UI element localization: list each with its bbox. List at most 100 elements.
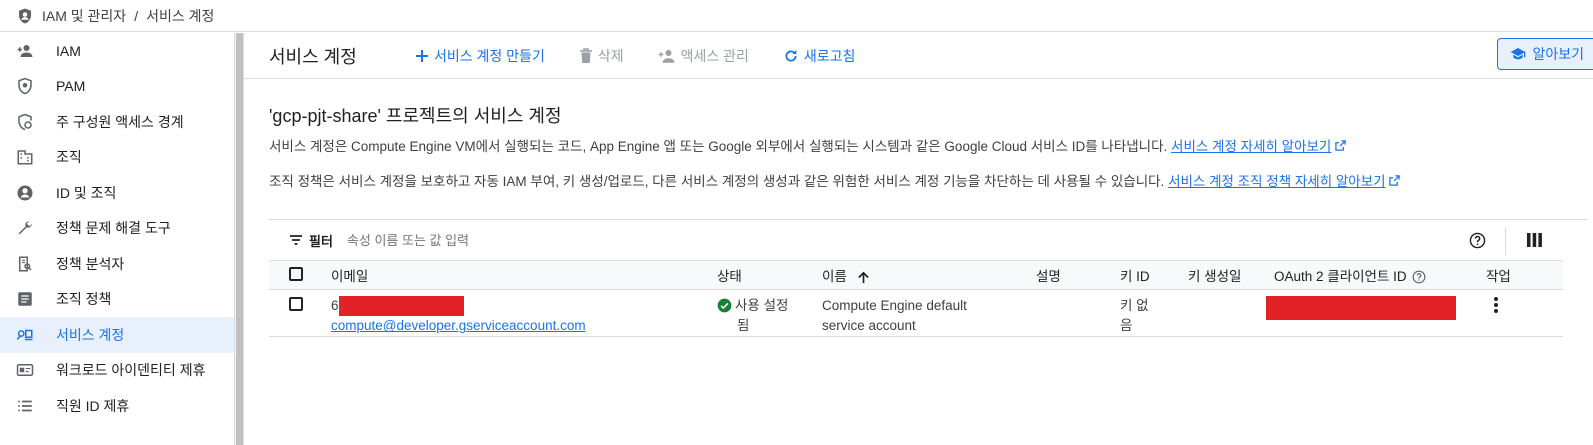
sidebar-scrollbar-thumb[interactable] — [236, 33, 243, 445]
status-text-line2: 됨 — [737, 318, 750, 333]
school-icon — [1511, 48, 1526, 60]
filter-label-text: 필터 — [309, 233, 333, 249]
toolbar-divider — [1505, 227, 1506, 255]
select-all-checkbox[interactable] — [289, 266, 303, 281]
list-doc-icon — [16, 290, 34, 308]
sidebar-item-identity-org[interactable]: ID 및 조직 — [0, 175, 234, 211]
learn-more-org-policies-link[interactable]: 서비스 계정 조직 정책 자세히 알아보기 — [1168, 174, 1385, 189]
sidebar-item-label: 주 구성원 액세스 경계 — [56, 113, 184, 130]
name-cell: Compute Engine default service account — [822, 289, 1036, 338]
sidebar-item-pam[interactable]: PAM — [0, 69, 234, 105]
sidebar-scrollbar[interactable] — [234, 33, 244, 445]
boundary-icon — [16, 113, 34, 131]
table-header-row: 이메일 상태 이름 설명 키 ID 키 생성일 OAuth 2 클라이언트 ID… — [269, 260, 1563, 290]
create-service-account-label: 서비스 계정 만들기 — [434, 47, 545, 64]
filter-icon — [290, 235, 302, 245]
column-header-oauth-label: OAuth 2 클라이언트 ID — [1274, 269, 1407, 284]
trash-icon — [579, 47, 592, 63]
person-add-icon — [16, 42, 34, 60]
create-service-account-button[interactable]: 서비스 계정 만들기 — [415, 46, 545, 66]
section-heading: 'gcp-pjt-share' 프로젝트의 서비스 계정 — [269, 106, 562, 126]
sidebar-item-workforce-identity[interactable]: 직원 ID 제휴 — [0, 388, 234, 424]
column-header-status[interactable]: 상태 — [717, 260, 822, 290]
refresh-label: 새로고침 — [803, 47, 856, 64]
breadcrumb-separator: / — [134, 7, 139, 24]
table-row: 6████████████ compute@developer.gservice… — [269, 289, 1563, 338]
list-icon — [16, 397, 34, 415]
learn-label: 알아보기 — [1532, 46, 1584, 62]
key-id-cell: 키 없 음 — [1120, 289, 1188, 338]
sidebar-item-label: 정책 분석자 — [56, 255, 125, 272]
sidebar-item-label: IAM — [56, 42, 81, 59]
sidebar-item-iam[interactable]: IAM — [0, 33, 234, 69]
name-line1: Compute Engine default — [822, 298, 967, 313]
iam-shield-icon — [19, 8, 31, 23]
column-display-icon[interactable] — [1527, 233, 1542, 247]
analyzer-icon — [16, 255, 34, 273]
learn-button[interactable]: 알아보기 — [1497, 38, 1593, 70]
sidebar: IAM PAM 주 구성원 액세스 경계 조직 ID 및 조직 정책 문제 해결… — [0, 33, 234, 445]
breadcrumb-page: 서비스 계정 — [146, 7, 215, 24]
column-header-name[interactable]: 이름 — [822, 260, 1036, 290]
delete-button[interactable]: 삭제 — [579, 46, 624, 66]
description-2: 조직 정책은 서비스 계정을 보호하고 자동 IAM 부여, 키 생성/업로드,… — [269, 172, 1593, 192]
key-id-line2: 음 — [1120, 318, 1133, 333]
shield-icon — [16, 77, 34, 95]
email-link[interactable]: compute@developer.gserviceaccount.com — [331, 318, 586, 333]
column-header-email[interactable]: 이메일 — [331, 260, 717, 290]
plus-icon — [416, 49, 428, 62]
sidebar-item-workload-identity[interactable]: 워크로드 아이덴티티 제휴 — [0, 353, 234, 389]
sidebar-item-label: PAM — [56, 78, 86, 95]
delete-label: 삭제 — [597, 47, 624, 64]
status-cell: 사용 설정 됨 — [717, 289, 822, 338]
row-checkbox[interactable] — [289, 297, 303, 311]
column-header-oauth[interactable]: OAuth 2 클라이언트 ID — [1274, 260, 1486, 290]
sidebar-item-organization[interactable]: 조직 — [0, 140, 234, 176]
page-title: 서비스 계정 — [269, 46, 357, 67]
filter-input[interactable] — [346, 232, 947, 248]
building-icon — [16, 148, 34, 166]
check-circle-icon — [717, 298, 732, 313]
description-cell — [1036, 289, 1120, 338]
main-panel: 서비스 계정 서비스 계정 만들기 삭제 액세스 관리 새로고침 알아보기 'g… — [244, 33, 1593, 445]
person-add-icon — [658, 49, 675, 63]
column-header-key-id[interactable]: 키 ID — [1120, 260, 1188, 290]
content-area: 'gcp-pjt-share' 프로젝트의 서비스 계정 서비스 계정은 Com… — [244, 102, 1593, 338]
oauth-cell: █████████████████████ — [1266, 289, 1486, 338]
service-account-icon — [16, 326, 34, 344]
column-header-key-created[interactable]: 키 생성일 — [1188, 260, 1274, 290]
refresh-button[interactable]: 새로고침 — [783, 46, 856, 66]
email-cell: 6████████████ compute@developer.gservice… — [331, 289, 717, 338]
manage-access-button[interactable]: 액세스 관리 — [658, 46, 749, 66]
sidebar-item-org-policies[interactable]: 조직 정책 — [0, 282, 234, 318]
help-icon[interactable] — [1412, 270, 1426, 284]
column-header-name-label: 이름 — [822, 269, 847, 284]
sidebar-item-label: 조직 — [56, 149, 82, 166]
name-line2: service account — [822, 318, 916, 333]
description-1: 서비스 계정은 Compute Engine VM에서 실행되는 코드, App… — [269, 137, 1593, 157]
more-vert-icon[interactable] — [1493, 296, 1499, 314]
action-toolbar: 서비스 계정 서비스 계정 만들기 삭제 액세스 관리 새로고침 알아보기 — [244, 33, 1593, 79]
id-card-icon — [16, 361, 34, 379]
manage-access-label: 액세스 관리 — [680, 47, 749, 64]
sidebar-item-label: ID 및 조직 — [56, 184, 117, 201]
sidebar-item-service-accounts[interactable]: 서비스 계정 — [0, 317, 234, 353]
refresh-icon — [785, 49, 797, 62]
sidebar-item-principal-access-boundary[interactable]: 주 구성원 액세스 경계 — [0, 104, 234, 140]
help-icon[interactable] — [1469, 232, 1486, 249]
description-1-text: 서비스 계정은 Compute Engine VM에서 실행되는 코드, App… — [269, 139, 1168, 154]
sidebar-item-label: 워크로드 아이덴티티 제휴 — [56, 362, 206, 379]
arrow-up-icon — [857, 271, 869, 284]
breadcrumb-section[interactable]: IAM 및 관리자 — [42, 6, 126, 26]
sidebar-item-label: 정책 문제 해결 도구 — [56, 220, 171, 237]
sidebar-item-policy-analyzer[interactable]: 정책 분석자 — [0, 246, 234, 282]
email-prefix: 6 — [331, 298, 339, 313]
oauth-redacted: █████████████████████ — [1266, 296, 1456, 320]
column-header-description[interactable]: 설명 — [1036, 260, 1120, 290]
filter-label[interactable]: 필터 — [289, 231, 333, 250]
key-created-cell — [1188, 289, 1274, 338]
sidebar-item-policy-troubleshooter[interactable]: 정책 문제 해결 도구 — [0, 211, 234, 247]
learn-more-service-accounts-link[interactable]: 서비스 계정 자세히 알아보기 — [1171, 139, 1331, 154]
external-link-icon — [1335, 140, 1346, 151]
breadcrumb: IAM 및 관리자 / 서비스 계정 — [0, 0, 1593, 32]
